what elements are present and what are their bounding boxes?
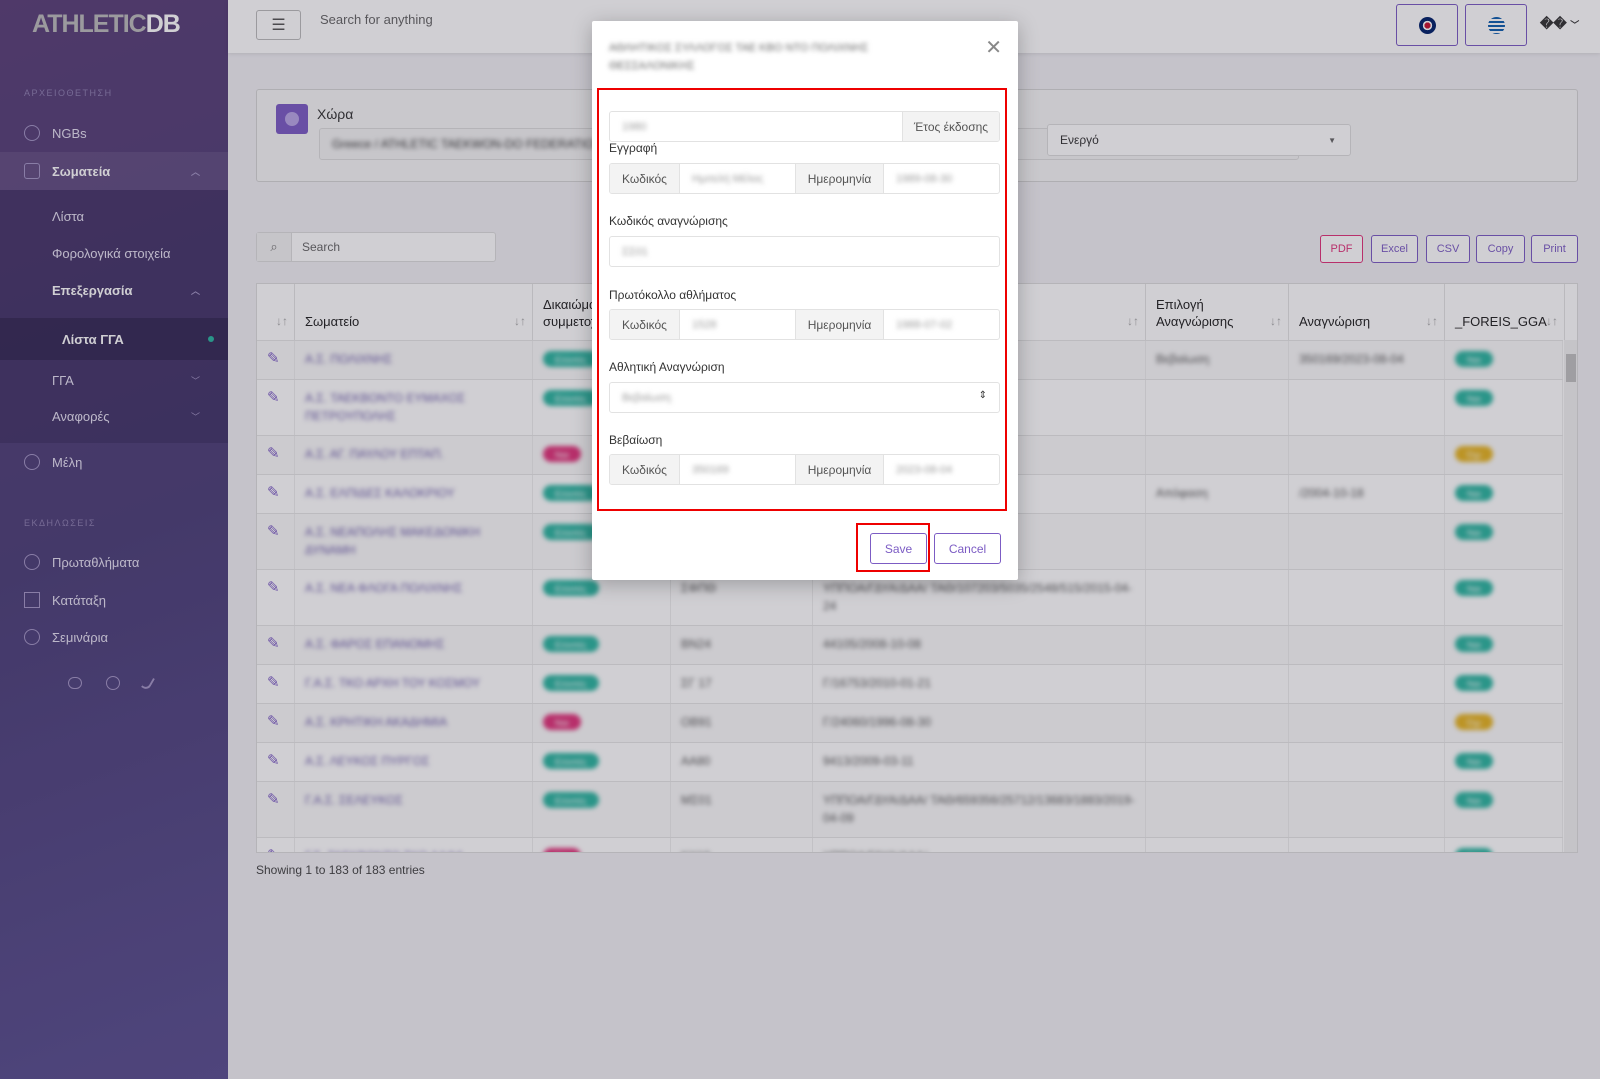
highlight-form-box	[597, 88, 1007, 511]
modal-title: ΑΘΛΗΤΙΚΟΣ ΣΥΛΛΟΓΟΣ ΤΑΕ ΚΒΟ ΝΤΟ ΠΟΛΙΧΝΗΣ …	[609, 42, 869, 72]
close-icon[interactable]: ✕	[985, 35, 1002, 60]
cancel-button[interactable]: Cancel	[934, 533, 1001, 564]
highlight-save-box	[856, 523, 930, 572]
edit-gga-modal: ΑΘΛΗΤΙΚΟΣ ΣΥΛΛΟΓΟΣ ΤΑΕ ΚΒΟ ΝΤΟ ΠΟΛΙΧΝΗΣ …	[592, 21, 1018, 580]
